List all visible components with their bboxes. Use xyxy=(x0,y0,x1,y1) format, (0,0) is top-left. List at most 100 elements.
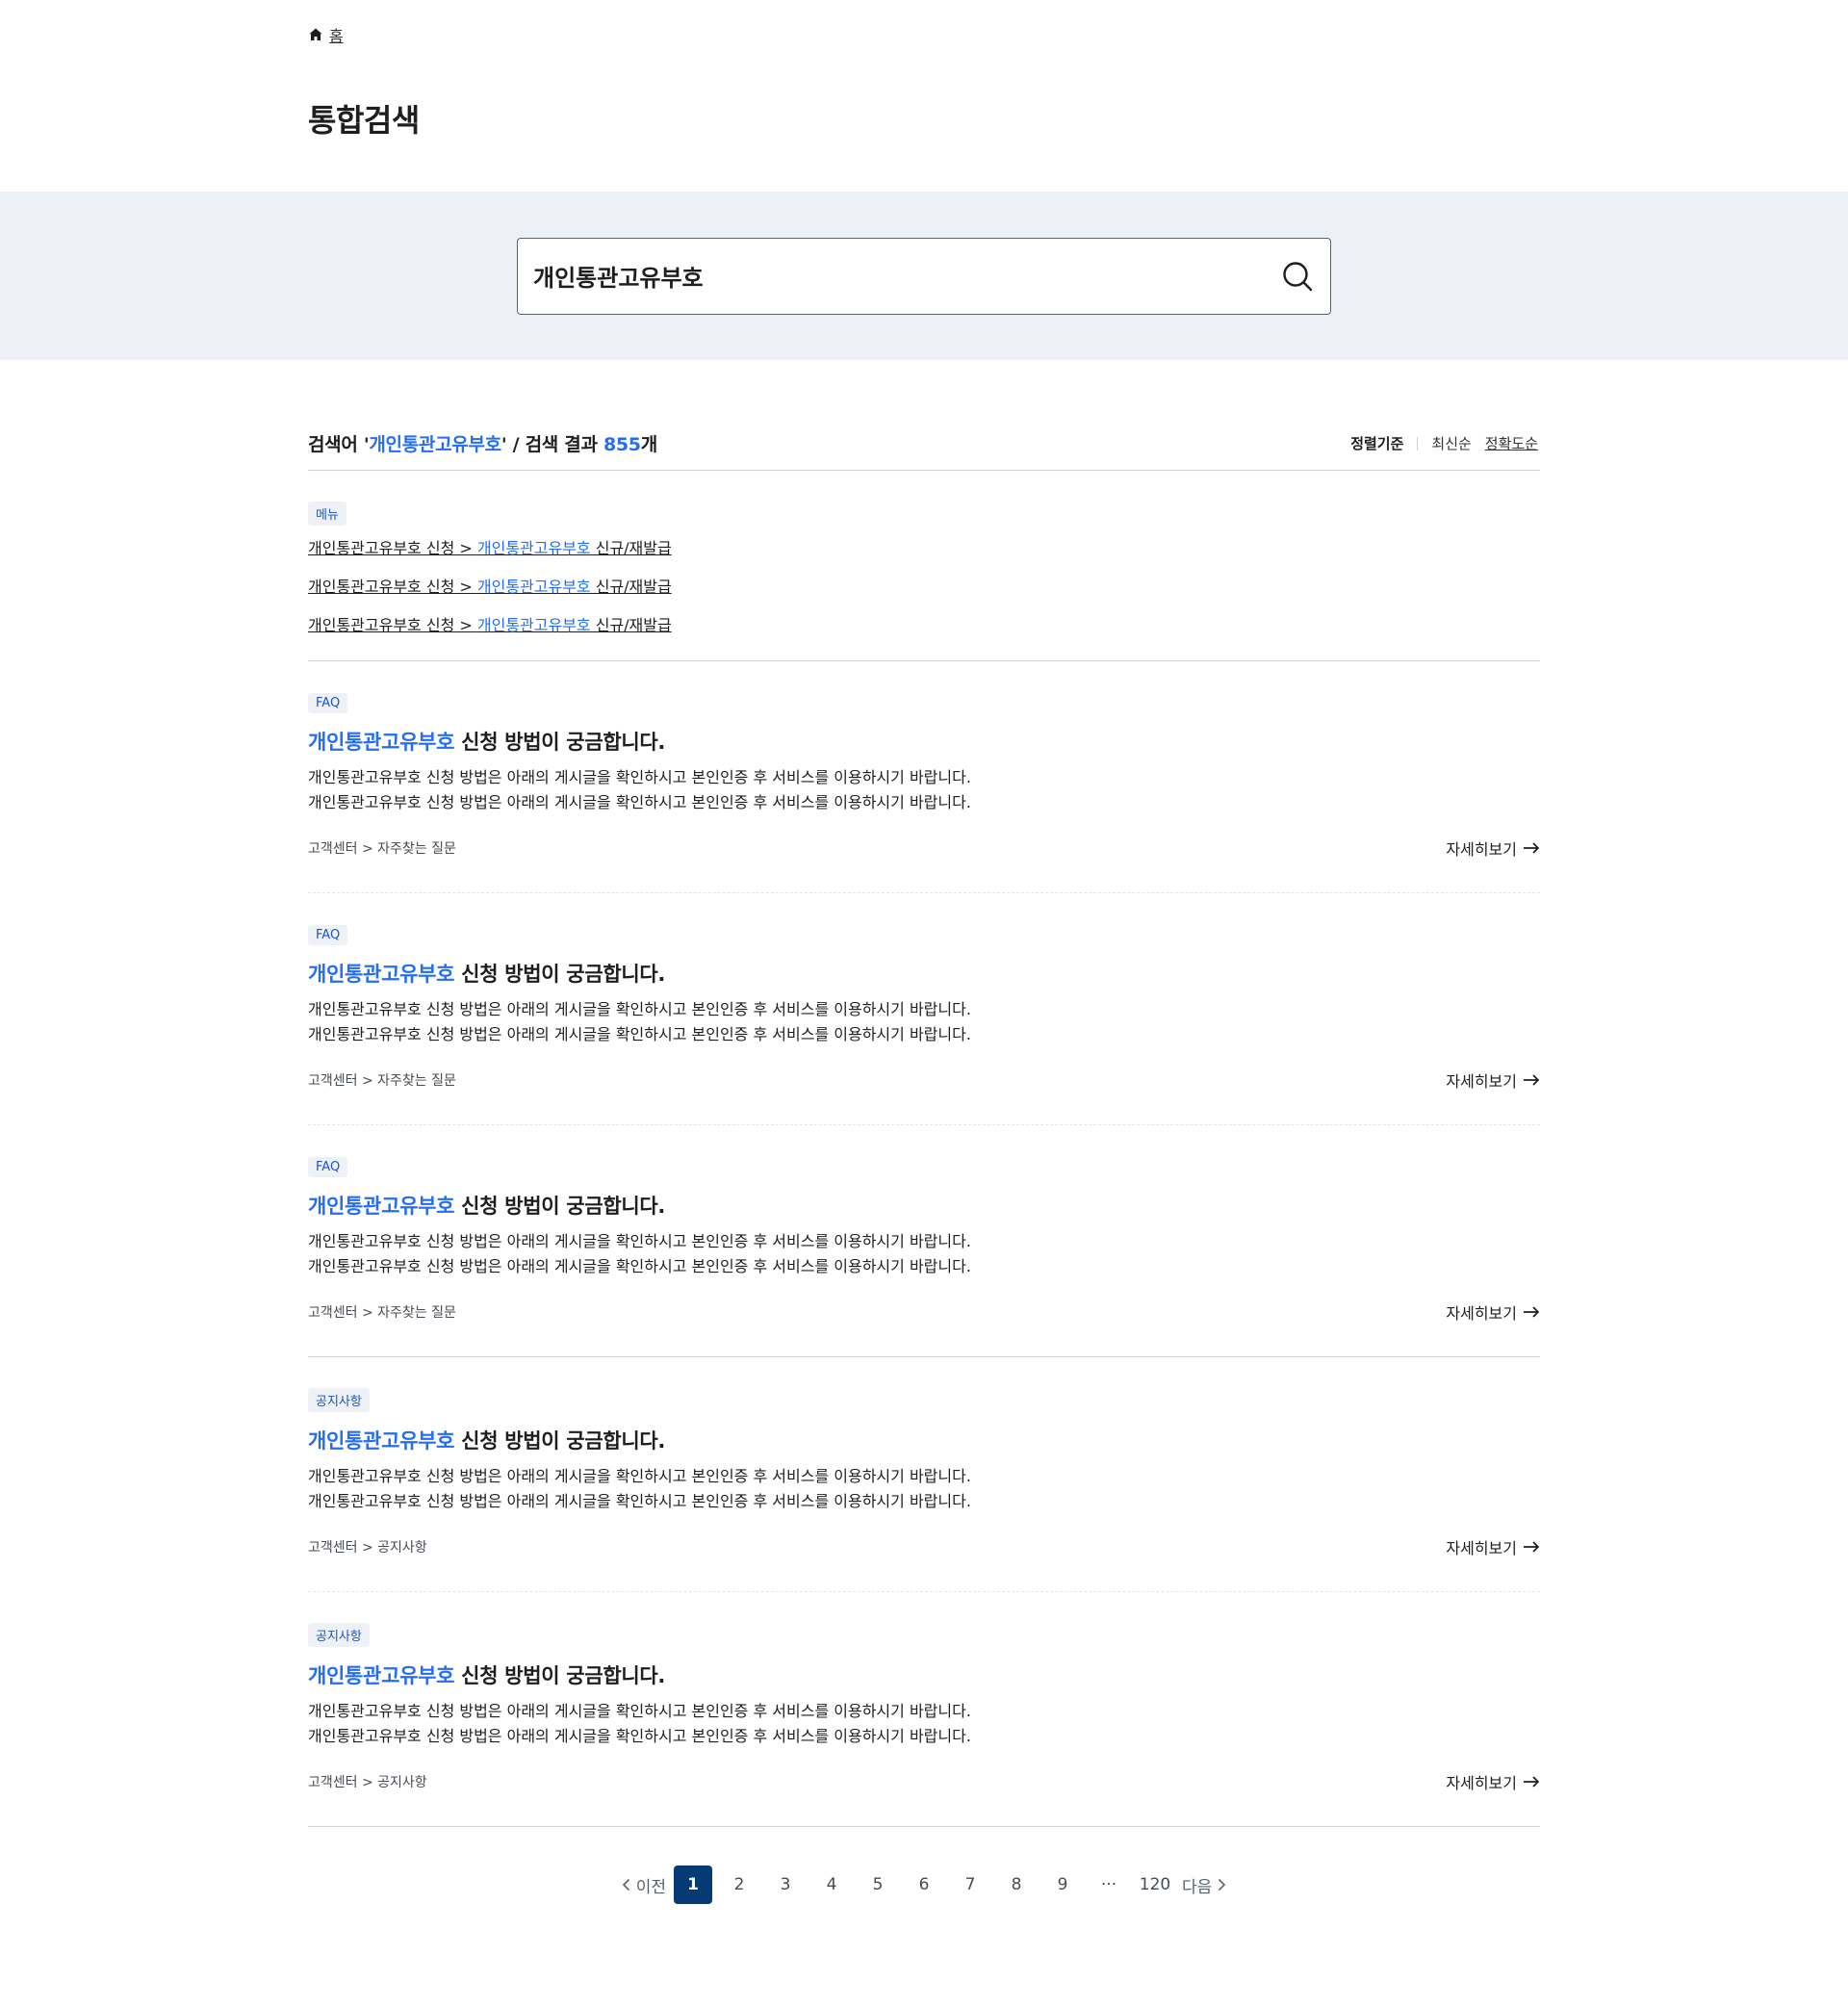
sort-controls: 정렬기준 최신순 정확도순 xyxy=(1350,433,1540,453)
arrow-right-icon xyxy=(1524,842,1540,854)
view-details-label: 자세히보기 xyxy=(1446,1774,1517,1792)
arrow-right-icon xyxy=(1524,1306,1540,1318)
category-tag: 공지사항 xyxy=(308,1623,370,1647)
prev-page-label: 이전 xyxy=(635,1877,666,1897)
category-tag: FAQ xyxy=(308,1157,348,1177)
result-title-text: 신청 방법이 궁금합니다. xyxy=(454,1195,666,1218)
page-header: 홈 통합검색 xyxy=(308,0,1540,192)
menu-link-keyword: 개인통관고유부호 xyxy=(476,578,591,596)
arrow-right-icon xyxy=(1524,1541,1540,1553)
menu-link-path: 개인통관고유부호 신청 > xyxy=(308,616,477,634)
result-title-link[interactable]: 개인통관고유부호 신청 방법이 궁금합니다. xyxy=(308,1426,1540,1454)
result-desc-line: 개인통관고유부호 신청 방법은 아래의 게시글을 확인하시고 본인인증 후 서비… xyxy=(308,1257,971,1275)
result-title-keyword: 개인통관고유부호 xyxy=(308,963,455,986)
view-details-label: 자세히보기 xyxy=(1446,1304,1517,1323)
result-item: 공지사항 개인통관고유부호 신청 방법이 궁금합니다. 개인통관고유부호 신청 … xyxy=(308,1357,1540,1592)
pagination: 이전 1 2 3 4 5 6 7 8 9 ··· 120 다음 xyxy=(308,1865,1540,1904)
page-button-2[interactable]: 2 xyxy=(720,1865,758,1904)
page-button-1[interactable]: 1 xyxy=(674,1865,712,1904)
search-button[interactable] xyxy=(1280,259,1315,294)
sort-divider xyxy=(1417,436,1419,450)
page-button-5[interactable]: 5 xyxy=(859,1865,897,1904)
result-item: FAQ 개인통관고유부호 신청 방법이 궁금합니다. 개인통관고유부호 신청 방… xyxy=(308,1125,1540,1357)
breadcrumb-home-label: 홈 xyxy=(329,27,344,45)
search-box xyxy=(517,237,1331,315)
result-footer: 고객센터 > 자주찾는 질문 자세히보기 xyxy=(308,836,1540,860)
category-tag: 공지사항 xyxy=(308,1388,370,1412)
view-details-label: 자세히보기 xyxy=(1446,1072,1517,1091)
result-title-link[interactable]: 개인통관고유부호 신청 방법이 궁금합니다. xyxy=(308,727,1540,756)
result-desc-line: 개인통관고유부호 신청 방법은 아래의 게시글을 확인하시고 본인인증 후 서비… xyxy=(308,1727,971,1745)
menu-link[interactable]: 개인통관고유부호 신청 > 개인통관고유부호 신규/재발급 xyxy=(308,616,672,635)
summary-mid: ' / 검색 결과 xyxy=(500,434,603,455)
result-title-text: 신청 방법이 궁금합니다. xyxy=(454,1429,666,1453)
result-path: 고객센터 > 자주찾는 질문 xyxy=(308,1073,456,1089)
view-details-link[interactable]: 자세히보기 xyxy=(1446,1068,1540,1092)
page-button-8[interactable]: 8 xyxy=(997,1865,1036,1904)
result-desc-line: 개인통관고유부호 신청 방법은 아래의 게시글을 확인하시고 본인인증 후 서비… xyxy=(308,768,971,786)
breadcrumb-home-link[interactable]: 홈 xyxy=(308,23,344,46)
result-description: 개인통관고유부호 신청 방법은 아래의 게시글을 확인하시고 본인인증 후 서비… xyxy=(308,765,1540,815)
menu-link-path: 개인통관고유부호 신청 > xyxy=(308,539,477,557)
summary-keyword: 개인통관고유부호 xyxy=(369,434,501,455)
next-page-label: 다음 xyxy=(1182,1877,1213,1897)
search-input[interactable] xyxy=(533,262,1280,290)
page-button-3[interactable]: 3 xyxy=(766,1865,805,1904)
result-description: 개인통관고유부호 신청 방법은 아래의 게시글을 확인하시고 본인인증 후 서비… xyxy=(308,997,1540,1047)
result-desc-line: 개인통관고유부호 신청 방법은 아래의 게시글을 확인하시고 본인인증 후 서비… xyxy=(308,1025,971,1043)
result-desc-line: 개인통관고유부호 신청 방법은 아래의 게시글을 확인하시고 본인인증 후 서비… xyxy=(308,1232,971,1250)
menu-results: 메뉴 개인통관고유부호 신청 > 개인통관고유부호 신규/재발급 개인통관고유부… xyxy=(308,471,1540,661)
result-title-keyword: 개인통관고유부호 xyxy=(308,1664,455,1687)
view-details-link[interactable]: 자세히보기 xyxy=(1446,1535,1540,1558)
page-button-7[interactable]: 7 xyxy=(951,1865,989,1904)
result-footer: 고객센터 > 공지사항 자세히보기 xyxy=(308,1770,1540,1793)
sort-label: 정렬기준 xyxy=(1350,435,1404,452)
prev-page-button[interactable]: 이전 xyxy=(622,1865,666,1904)
menu-link[interactable]: 개인통관고유부호 신청 > 개인통관고유부호 신규/재발급 xyxy=(308,539,672,558)
result-description: 개인통관고유부호 신청 방법은 아래의 게시글을 확인하시고 본인인증 후 서비… xyxy=(308,1229,1540,1279)
menu-link-suffix: 신규/재발급 xyxy=(590,539,672,557)
result-item: 공지사항 개인통관고유부호 신청 방법이 궁금합니다. 개인통관고유부호 신청 … xyxy=(308,1592,1540,1827)
page-button-9[interactable]: 9 xyxy=(1043,1865,1082,1904)
menu-link-list: 개인통관고유부호 신청 > 개인통관고유부호 신규/재발급 개인통관고유부호 신… xyxy=(308,539,1540,635)
result-path: 고객센터 > 공지사항 xyxy=(308,1775,427,1790)
result-title-keyword: 개인통관고유부호 xyxy=(308,731,455,754)
result-title-link[interactable]: 개인통관고유부호 신청 방법이 궁금합니다. xyxy=(308,959,1540,988)
menu-link-keyword: 개인통관고유부호 xyxy=(476,539,591,557)
result-path: 고객센터 > 자주찾는 질문 xyxy=(308,841,456,857)
category-tag: FAQ xyxy=(308,693,348,713)
menu-link[interactable]: 개인통관고유부호 신청 > 개인통관고유부호 신규/재발급 xyxy=(308,578,672,597)
view-details-label: 자세히보기 xyxy=(1446,1539,1517,1557)
result-summary-row: 검색어 '개인통관고유부호' / 검색 결과 855개 정렬기준 최신순 정확도… xyxy=(308,417,1540,471)
view-details-link[interactable]: 자세히보기 xyxy=(1446,1770,1540,1793)
result-footer: 고객센터 > 자주찾는 질문 자세히보기 xyxy=(308,1300,1540,1324)
result-title-link[interactable]: 개인통관고유부호 신청 방법이 궁금합니다. xyxy=(308,1660,1540,1689)
sort-option-latest[interactable]: 최신순 xyxy=(1431,433,1471,453)
view-details-link[interactable]: 자세히보기 xyxy=(1446,1300,1540,1324)
result-desc-line: 개인통관고유부호 신청 방법은 아래의 게시글을 확인하시고 본인인증 후 서비… xyxy=(308,1492,971,1510)
chevron-left-icon xyxy=(622,1878,629,1891)
menu-link-suffix: 신규/재발급 xyxy=(590,616,672,634)
result-description: 개인통관고유부호 신청 방법은 아래의 게시글을 확인하시고 본인인증 후 서비… xyxy=(308,1464,1540,1514)
result-title-text: 신청 방법이 궁금합니다. xyxy=(454,731,666,754)
result-title-keyword: 개인통관고유부호 xyxy=(308,1195,455,1218)
menu-link-path: 개인통관고유부호 신청 > xyxy=(308,578,477,596)
page-button-4[interactable]: 4 xyxy=(812,1865,851,1904)
result-item: FAQ 개인통관고유부호 신청 방법이 궁금합니다. 개인통관고유부호 신청 방… xyxy=(308,661,1540,893)
page-ellipsis: ··· xyxy=(1100,1875,1117,1894)
result-title-link[interactable]: 개인통관고유부호 신청 방법이 궁금합니다. xyxy=(308,1191,1540,1220)
result-title-keyword: 개인통관고유부호 xyxy=(308,1429,455,1453)
result-desc-line: 개인통관고유부호 신청 방법은 아래의 게시글을 확인하시고 본인인증 후 서비… xyxy=(308,1467,971,1485)
next-page-button[interactable]: 다음 xyxy=(1182,1865,1226,1904)
result-item: FAQ 개인통관고유부호 신청 방법이 궁금합니다. 개인통관고유부호 신청 방… xyxy=(308,893,1540,1125)
search-icon xyxy=(1283,261,1313,291)
result-footer: 고객센터 > 자주찾는 질문 자세히보기 xyxy=(308,1068,1540,1092)
page-button-last[interactable]: 120 xyxy=(1136,1865,1174,1904)
view-details-label: 자세히보기 xyxy=(1446,840,1517,859)
arrow-right-icon xyxy=(1524,1074,1540,1086)
view-details-link[interactable]: 자세히보기 xyxy=(1446,836,1540,860)
page-button-6[interactable]: 6 xyxy=(905,1865,943,1904)
sort-option-accuracy[interactable]: 정확도순 xyxy=(1485,433,1538,453)
result-path: 고객센터 > 자주찾는 질문 xyxy=(308,1305,456,1321)
result-desc-line: 개인통관고유부호 신청 방법은 아래의 게시글을 확인하시고 본인인증 후 서비… xyxy=(308,1000,971,1018)
